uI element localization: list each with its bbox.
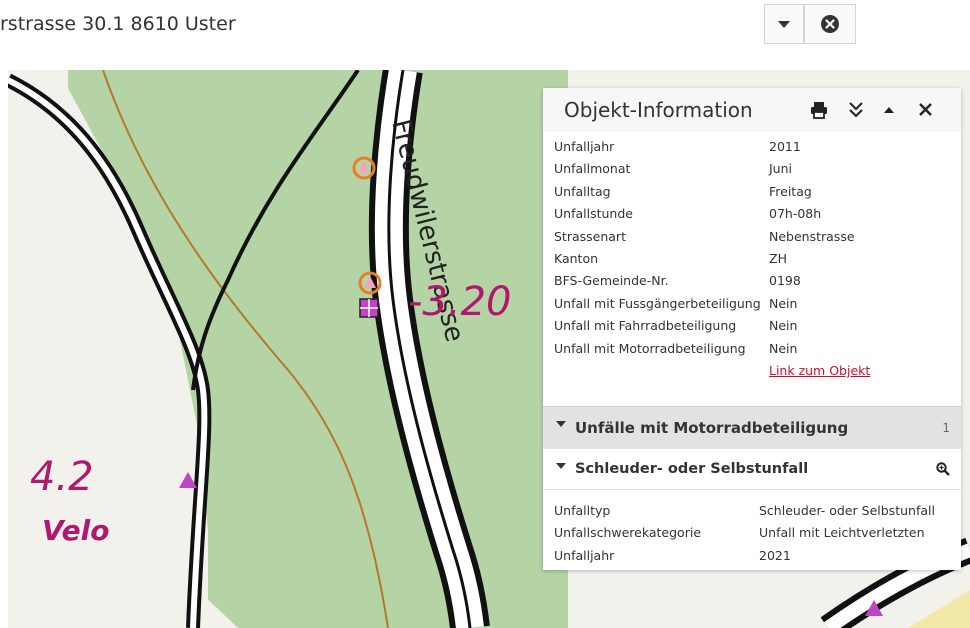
close-icon[interactable] (919, 103, 932, 116)
attribute-key: Unfallstunde (554, 206, 633, 222)
attribute-key: Unfalljahr (554, 547, 615, 563)
attribute-value: Nein (769, 295, 798, 311)
attribute-key: Unfalltyp (554, 503, 611, 518)
yellow-area (908, 590, 970, 628)
attribute-key: Unfall mit Fahrradbeteiligung (554, 318, 737, 334)
attribute-value: Unfall mit Leichtverletzten (759, 525, 925, 541)
caret-down-icon (556, 463, 566, 469)
caret-down-icon (556, 421, 566, 427)
attribute-value: Nebenstrasse (769, 228, 855, 244)
attribute-row: Unfall mit Motorradbeteiligung Nein (554, 338, 954, 360)
attribute-row: Unfallmonat Juni (554, 158, 954, 180)
attribute-key: Unfalltag (554, 183, 611, 199)
object-information-panel: Objekt-Information Unfalljahr 2011 Unfall… (543, 88, 961, 570)
attribute-row: Unfallschwerekategorie Unfall mit Leichtv… (554, 522, 954, 544)
attribute-key: Unfall mit Fussgängerbeteiligung (554, 295, 761, 311)
attribute-row: Unfalljahr 2011 (554, 136, 954, 158)
attribute-list: Unfalljahr 2011 Unfallmonat Juni Unfalltag… (554, 136, 954, 382)
attribute-row: Strassenart Nebenstrasse (554, 226, 954, 248)
attribute-row: Unfalljahr 2021 (554, 545, 954, 567)
attribute-key: Unfallschwerekategorie (554, 525, 702, 541)
attribute-value: ZH (769, 250, 787, 266)
subgroup-label: Schleuder- oder Selbstunfall (575, 461, 809, 477)
attribute-row: BFS-Gemeinde-Nr. 0198 (554, 270, 954, 292)
accident-marker-magenta-square[interactable] (359, 298, 379, 318)
zoom-icon[interactable] (936, 462, 950, 476)
attribute-value: 07h-08h (769, 206, 822, 222)
attribute-value: Schleuder- oder Selbstunfall (759, 503, 935, 518)
attribute-key: Unfalljahr (554, 139, 615, 154)
attribute-key: Unfallmonat (554, 161, 631, 177)
caret-down-icon (778, 20, 790, 28)
caret-up-icon[interactable] (884, 107, 894, 113)
attribute-key: Kanton (554, 250, 599, 266)
annotation-left-note: Velo (42, 514, 109, 547)
dropdown-button[interactable] (764, 4, 804, 44)
attribute-key: Unfall mit Motorradbeteiligung (554, 340, 746, 356)
attribute-value: 2021 (759, 547, 791, 563)
attribute-row: Unfalltyp Schleuder- oder Selbstunfall (554, 500, 954, 522)
attribute-value: Juni (769, 161, 793, 177)
group-label: Unfälle mit Motorradbeteiligung (575, 419, 849, 437)
link-row: Link zum Objekt (554, 360, 954, 382)
attribute-row: Unfall mit Fussgängerbeteiligung Nein (554, 293, 954, 315)
attribute-list-2: Unfalltyp Schleuder- oder Selbstunfall Un… (554, 500, 954, 567)
attribute-value: Freitag (769, 183, 812, 199)
attribute-key: Strassenart (554, 228, 626, 244)
search-input[interactable]: rstrasse 30.1 8610 Uster (0, 13, 236, 35)
annotation-right-value: -3.20 (408, 279, 512, 325)
subgroup-header[interactable]: Schleuder- oder Selbstunfall (543, 449, 961, 490)
clear-button[interactable] (804, 4, 856, 44)
group-count: 1 (942, 421, 950, 435)
attribute-row: Kanton ZH (554, 248, 954, 270)
object-link[interactable]: Link zum Objekt (769, 363, 870, 378)
panel-title: Objekt-Information (564, 98, 753, 122)
attribute-row: Unfalltag Freitag (554, 181, 954, 203)
attribute-value: Nein (769, 340, 798, 356)
collapse-all-icon[interactable] (848, 101, 864, 119)
panel-header: Objekt-Information (543, 88, 961, 132)
search-bar: rstrasse 30.1 8610 Uster (0, 0, 970, 52)
attribute-key: BFS-Gemeinde-Nr. (554, 273, 669, 289)
group-header-motorrad[interactable]: Unfälle mit Motorradbeteiligung 1 (543, 406, 961, 449)
attribute-value: 2011 (769, 139, 801, 154)
attribute-value: 0198 (769, 273, 801, 289)
print-icon[interactable] (810, 101, 828, 119)
attribute-row: Unfall mit Fahrradbeteiligung Nein (554, 315, 954, 337)
annotation-left-value: 4.2 (30, 454, 94, 500)
attribute-row: Unfallstunde 07h-08h (554, 203, 954, 225)
attribute-value: Nein (769, 318, 798, 334)
close-circle-icon (821, 15, 839, 33)
